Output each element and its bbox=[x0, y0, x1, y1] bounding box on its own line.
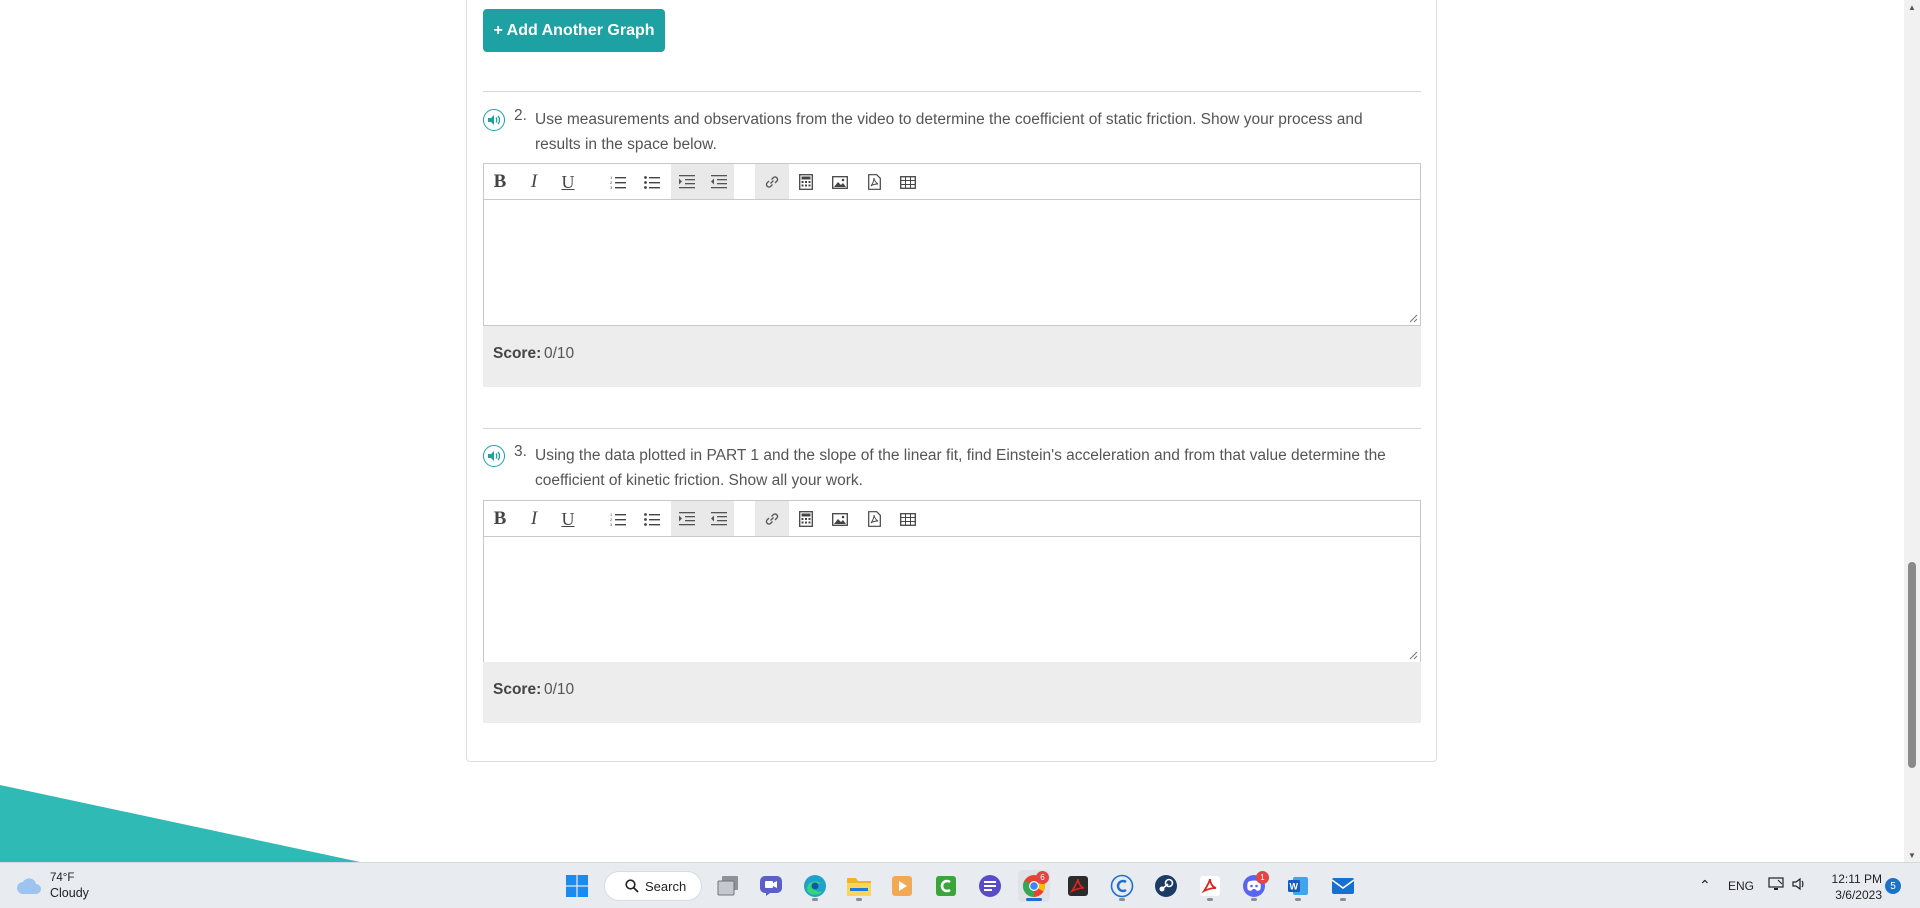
calculator-icon[interactable] bbox=[790, 504, 822, 534]
scroll-down-arrow-icon[interactable]: ▼ bbox=[1904, 848, 1920, 862]
network-icon[interactable] bbox=[1768, 876, 1784, 895]
running-indicator bbox=[1295, 898, 1301, 901]
scroll-up-arrow-icon[interactable]: ▲ bbox=[1904, 0, 1920, 14]
cloud-icon bbox=[17, 878, 41, 894]
page-content: + Add Another Graph 2. Use measurements … bbox=[0, 0, 1920, 862]
pdf-icon[interactable] bbox=[858, 167, 890, 197]
outdent-icon[interactable] bbox=[703, 504, 735, 534]
speaker-volume-icon[interactable] bbox=[1791, 876, 1807, 895]
language-indicator[interactable]: ENG bbox=[1728, 879, 1754, 893]
bold-button[interactable]: B bbox=[484, 504, 516, 534]
search-icon bbox=[625, 879, 639, 893]
section-divider bbox=[483, 91, 1421, 92]
indent-icon[interactable] bbox=[671, 167, 703, 197]
running-indicator bbox=[856, 898, 862, 901]
answer-editor-q2: B I U 123 bbox=[483, 163, 1421, 326]
c-app-icon[interactable] bbox=[1106, 870, 1138, 902]
underline-button[interactable]: U bbox=[552, 167, 584, 197]
acrobat-icon[interactable] bbox=[1062, 870, 1094, 902]
running-indicator bbox=[1207, 898, 1213, 901]
notification-count-badge[interactable]: 5 bbox=[1885, 878, 1901, 894]
resize-handle-icon[interactable] bbox=[1408, 313, 1418, 323]
add-another-graph-button[interactable]: + Add Another Graph bbox=[483, 9, 665, 52]
score-label: Score: bbox=[493, 681, 542, 698]
score-label: Score: bbox=[493, 345, 542, 362]
file-explorer-icon[interactable] bbox=[843, 870, 875, 902]
svg-text:3: 3 bbox=[610, 185, 613, 189]
outdent-icon[interactable] bbox=[703, 167, 735, 197]
windows-start-icon[interactable] bbox=[561, 870, 593, 902]
discord-notification-badge: 1 bbox=[1256, 871, 1269, 884]
taskbar-search[interactable]: Search bbox=[604, 871, 702, 901]
media-player-icon[interactable] bbox=[886, 870, 918, 902]
chrome-browser-icon[interactable]: 6 bbox=[1018, 870, 1050, 902]
running-indicator bbox=[812, 898, 818, 901]
bulleted-list-icon[interactable] bbox=[636, 504, 668, 534]
numbered-list-icon[interactable]: 123 bbox=[602, 504, 634, 534]
clock-time: 12:11 PM bbox=[1831, 872, 1882, 886]
section-divider bbox=[483, 428, 1421, 429]
answer-editor-q3: B I U 123 bbox=[483, 500, 1421, 663]
question-number: 2. bbox=[514, 107, 527, 124]
clock-date: 3/6/2023 bbox=[1835, 888, 1882, 902]
mail-icon[interactable] bbox=[1327, 870, 1359, 902]
table-icon[interactable] bbox=[892, 504, 924, 534]
discord-icon[interactable]: 1 bbox=[1238, 870, 1270, 902]
image-icon[interactable] bbox=[824, 504, 856, 534]
speaker-icon[interactable] bbox=[483, 109, 505, 131]
teams-chat-icon[interactable] bbox=[755, 870, 787, 902]
link-icon[interactable] bbox=[756, 504, 788, 534]
edge-browser-icon[interactable] bbox=[799, 870, 831, 902]
weather-widget[interactable]: 74°F Cloudy bbox=[16, 871, 89, 901]
question-3: 3. Using the data plotted in PART 1 and … bbox=[483, 443, 1421, 493]
app-launcher-icon[interactable] bbox=[974, 870, 1006, 902]
show-hidden-icons-chevron-icon[interactable]: ⌃ bbox=[1699, 877, 1711, 894]
weather-condition: Cloudy bbox=[50, 886, 89, 900]
score-value: 0/10 bbox=[544, 345, 575, 362]
table-icon[interactable] bbox=[892, 167, 924, 197]
speaker-icon[interactable] bbox=[483, 445, 505, 467]
numbered-list-icon[interactable]: 123 bbox=[602, 167, 634, 197]
editor-toolbar: B I U 123 bbox=[484, 501, 1420, 537]
indent-icon[interactable] bbox=[671, 504, 703, 534]
vertical-scrollbar[interactable]: ▲ ▼ bbox=[1904, 0, 1920, 862]
windows-taskbar: 74°F Cloudy Search 6 1 W ⌃ ENG 12:11 PM … bbox=[0, 862, 1920, 908]
italic-button[interactable]: I bbox=[518, 504, 550, 534]
word-icon[interactable]: W bbox=[1282, 870, 1314, 902]
score-bar-q3: Score: 0/10 bbox=[483, 662, 1421, 723]
svg-text:W: W bbox=[1290, 882, 1299, 892]
question-2: 2. Use measurements and observations fro… bbox=[483, 107, 1421, 157]
score-bar-q2: Score: 0/10 bbox=[483, 326, 1421, 387]
search-label: Search bbox=[645, 878, 687, 894]
active-indicator bbox=[1026, 898, 1042, 901]
weather-temperature: 74°F bbox=[50, 872, 75, 884]
resize-handle-icon[interactable] bbox=[1408, 650, 1418, 660]
system-clock[interactable]: 12:11 PM 3/6/2023 bbox=[1822, 871, 1882, 903]
italic-button[interactable]: I bbox=[518, 167, 550, 197]
answer-text-area[interactable] bbox=[484, 537, 1420, 662]
image-icon[interactable] bbox=[824, 167, 856, 197]
bold-button[interactable]: B bbox=[484, 167, 516, 197]
running-indicator bbox=[1251, 898, 1257, 901]
score-value: 0/10 bbox=[544, 681, 575, 698]
editor-toolbar: B I U 123 bbox=[484, 164, 1420, 200]
svg-text:3: 3 bbox=[610, 522, 613, 526]
running-indicator bbox=[1119, 898, 1125, 901]
pdf-icon[interactable] bbox=[858, 504, 890, 534]
question-number: 3. bbox=[514, 443, 527, 460]
question-text: Use measurements and observations from t… bbox=[535, 111, 1363, 153]
chrome-notification-badge: 6 bbox=[1036, 871, 1049, 884]
task-view-icon[interactable] bbox=[712, 870, 744, 902]
answer-text-area[interactable] bbox=[484, 200, 1420, 325]
acrobat-reader-icon[interactable] bbox=[1194, 870, 1226, 902]
camtasia-icon[interactable] bbox=[930, 870, 962, 902]
underline-button[interactable]: U bbox=[552, 504, 584, 534]
running-indicator bbox=[1340, 898, 1346, 901]
question-text: Using the data plotted in PART 1 and the… bbox=[535, 447, 1386, 489]
steam-icon[interactable] bbox=[1150, 870, 1182, 902]
bulleted-list-icon[interactable] bbox=[636, 167, 668, 197]
calculator-icon[interactable] bbox=[790, 167, 822, 197]
link-icon[interactable] bbox=[756, 167, 788, 197]
scroll-thumb[interactable] bbox=[1908, 562, 1916, 768]
